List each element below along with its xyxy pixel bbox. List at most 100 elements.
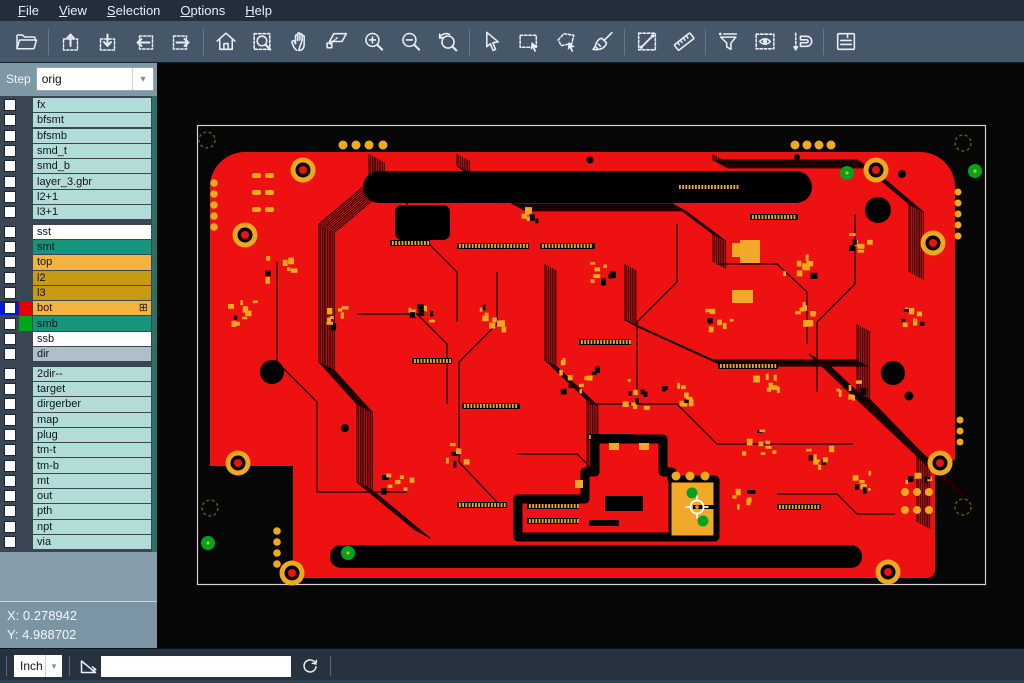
layer-visibility-checkbox[interactable] <box>0 397 19 411</box>
layer-label[interactable]: via <box>33 535 151 549</box>
import-top-icon[interactable] <box>52 25 89 59</box>
checkbox-icon[interactable] <box>4 460 16 472</box>
measure-line-icon[interactable] <box>628 25 665 59</box>
zoom-out-icon[interactable] <box>392 25 429 59</box>
layer-visibility-checkbox[interactable] <box>0 382 19 396</box>
layer-visibility-checkbox[interactable] <box>0 190 19 204</box>
layer-row-mt[interactable]: mt <box>0 474 157 488</box>
layer-row-smt[interactable]: smt <box>0 240 157 254</box>
checkbox-icon[interactable] <box>4 272 16 284</box>
layer-row-l3+1[interactable]: l3+1 <box>0 205 157 219</box>
checkbox-icon[interactable] <box>4 505 16 517</box>
layer-visibility-checkbox[interactable] <box>0 428 19 442</box>
zoom-previous-icon[interactable] <box>429 25 466 59</box>
checkbox-icon[interactable] <box>4 302 16 314</box>
checkbox-icon[interactable] <box>4 114 16 126</box>
layer-row-ssb[interactable]: ssb <box>0 332 157 346</box>
layer-visibility-checkbox[interactable] <box>0 225 19 239</box>
layer-row-plug[interactable]: plug <box>0 428 157 442</box>
checkbox-icon[interactable] <box>4 444 16 456</box>
layer-row-l3[interactable]: l3 <box>0 286 157 300</box>
layer-row-sst[interactable]: sst <box>0 225 157 239</box>
measure-ruler-icon[interactable] <box>665 25 702 59</box>
layer-row-layer_3.gbr[interactable]: layer_3.gbr <box>0 174 157 188</box>
chevron-down-icon[interactable]: ▾ <box>132 68 153 90</box>
layer-label[interactable]: l3+1 <box>33 205 151 219</box>
layer-row-fx[interactable]: fx <box>0 98 157 112</box>
layer-label[interactable]: npt <box>33 520 151 534</box>
checkbox-icon[interactable] <box>4 398 16 410</box>
checkbox-icon[interactable] <box>4 226 16 238</box>
layer-row-dirgerber[interactable]: dirgerber <box>0 397 157 411</box>
layer-row-via[interactable]: via <box>0 535 157 549</box>
layer-visibility-checkbox[interactable] <box>0 332 19 346</box>
layer-label[interactable]: fx <box>33 98 151 112</box>
checkbox-icon[interactable] <box>4 368 16 380</box>
layer-visibility-checkbox[interactable] <box>0 367 19 381</box>
layer-row-dir[interactable]: dir <box>0 347 157 361</box>
layer-label[interactable]: smd_t <box>33 144 151 158</box>
layer-visibility-checkbox[interactable] <box>0 271 19 285</box>
menu-options[interactable]: Options <box>170 0 235 21</box>
layer-visibility-checkbox[interactable] <box>0 159 19 173</box>
layer-label[interactable]: mt <box>33 474 151 488</box>
layer-label[interactable]: layer_3.gbr <box>33 174 151 188</box>
layer-visibility-checkbox[interactable] <box>0 474 19 488</box>
layer-row-l2[interactable]: l2 <box>0 271 157 285</box>
layer-visibility-checkbox[interactable] <box>0 316 19 330</box>
checkbox-icon[interactable] <box>4 348 16 360</box>
checkbox-icon[interactable] <box>4 99 16 111</box>
layer-row-bot[interactable]: bot⊞ <box>0 301 157 315</box>
layer-label[interactable]: bot⊞ <box>33 301 151 315</box>
menu-view[interactable]: View <box>49 0 97 21</box>
layer-visibility-checkbox[interactable] <box>0 144 19 158</box>
checkbox-icon[interactable] <box>4 176 16 188</box>
layer-visibility-checkbox[interactable] <box>0 113 19 127</box>
layer-label[interactable]: smb <box>33 316 151 330</box>
layer-label[interactable]: dir <box>33 347 151 361</box>
layer-row-l2+1[interactable]: l2+1 <box>0 190 157 204</box>
layer-label[interactable]: tm-t <box>33 443 151 457</box>
home-view-icon[interactable] <box>207 25 244 59</box>
layer-visibility-checkbox[interactable] <box>0 301 19 315</box>
checkbox-icon[interactable] <box>4 333 16 345</box>
layer-label[interactable]: dirgerber <box>33 397 151 411</box>
checkbox-icon[interactable] <box>4 160 16 172</box>
checkbox-icon[interactable] <box>4 191 16 203</box>
refresh-icon[interactable] <box>297 654 323 678</box>
select-rectangle-icon[interactable] <box>510 25 547 59</box>
layer-label[interactable]: pth <box>33 504 151 518</box>
checkbox-icon[interactable] <box>4 521 16 533</box>
layer-label[interactable]: smd_b <box>33 159 151 173</box>
import-right-icon[interactable] <box>163 25 200 59</box>
open-folder-icon[interactable] <box>8 25 45 59</box>
skew-transform-icon[interactable] <box>318 25 355 59</box>
layer-row-bfsmb[interactable]: bfsmb <box>0 129 157 143</box>
checkbox-icon[interactable] <box>4 475 16 487</box>
layer-row-npt[interactable]: npt <box>0 520 157 534</box>
checkbox-icon[interactable] <box>4 241 16 253</box>
layer-row-out[interactable]: out <box>0 489 157 503</box>
layer-visibility-checkbox[interactable] <box>0 286 19 300</box>
layer-visibility-checkbox[interactable] <box>0 129 19 143</box>
layer-label[interactable]: l2 <box>33 271 151 285</box>
layer-visibility-checkbox[interactable] <box>0 443 19 457</box>
layer-visibility-checkbox[interactable] <box>0 174 19 188</box>
menu-file[interactable]: File <box>8 0 49 21</box>
checkbox-icon[interactable] <box>4 429 16 441</box>
layer-label[interactable]: l2+1 <box>33 190 151 204</box>
layer-label[interactable]: tm-b <box>33 458 151 472</box>
layer-label[interactable]: bfsmb <box>33 129 151 143</box>
chevron-down-icon[interactable]: ▾ <box>45 655 62 677</box>
layer-row-smd_t[interactable]: smd_t <box>0 144 157 158</box>
select-pointer-icon[interactable] <box>473 25 510 59</box>
menu-selection[interactable]: Selection <box>97 0 170 21</box>
layer-visibility-checkbox[interactable] <box>0 489 19 503</box>
zoom-in-icon[interactable] <box>355 25 392 59</box>
layer-label[interactable]: ssb <box>33 332 151 346</box>
layer-visibility-checkbox[interactable] <box>0 98 19 112</box>
layer-row-smb[interactable]: smb <box>0 316 157 330</box>
step-select[interactable]: orig ▾ <box>36 67 154 91</box>
angle-measure-icon[interactable] <box>77 654 101 678</box>
layer-label[interactable]: smt <box>33 240 151 254</box>
